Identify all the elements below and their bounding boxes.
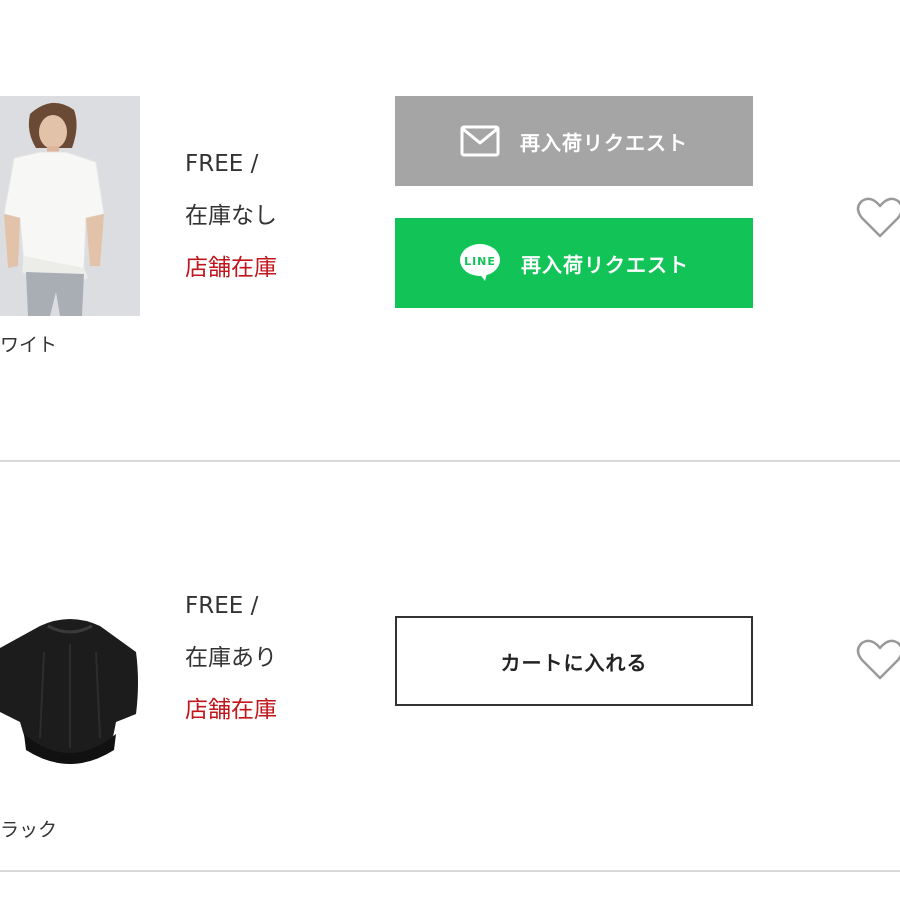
restock-item-list: ワイト FREE / 在庫なし 店舗在庫 再入荷リクエスト LINE 再入荷リク… (0, 0, 900, 900)
stock-status: 在庫あり (185, 645, 277, 671)
size-label: FREE / (185, 593, 259, 619)
white-top-photo (0, 96, 140, 316)
size-label: FREE / (185, 151, 259, 177)
heart-outline-icon (856, 197, 900, 238)
add-to-cart-label: カートに入れる (500, 650, 648, 675)
favorite-button[interactable] (856, 196, 900, 240)
item-divider (0, 460, 900, 462)
item-info: FREE / 在庫なし 店舗在庫 (185, 138, 277, 294)
store-stock-link[interactable]: 店舗在庫 (185, 242, 277, 294)
line-restock-request-label: 再入荷リクエスト (521, 252, 689, 277)
product-image-black-top[interactable] (0, 582, 140, 802)
store-stock-link[interactable]: 店舗在庫 (185, 684, 277, 736)
line-restock-request-button[interactable]: LINE 再入荷リクエスト (395, 218, 753, 308)
mail-restock-request-button[interactable]: 再入荷リクエスト (395, 96, 753, 186)
heart-outline-icon (856, 639, 900, 680)
color-label: ラック (0, 819, 58, 841)
mail-icon (460, 125, 500, 157)
item-info: FREE / 在庫あり 店舗在庫 (185, 580, 277, 736)
color-label: ワイト (0, 334, 58, 356)
black-top-photo (0, 582, 140, 802)
stock-status: 在庫なし (185, 203, 277, 229)
line-icon: LINE (459, 243, 501, 283)
line-badge-text: LINE (464, 255, 496, 268)
product-image-white-top[interactable] (0, 96, 140, 316)
add-to-cart-button[interactable]: カートに入れる (395, 616, 753, 706)
favorite-button[interactable] (856, 638, 900, 682)
item-divider (0, 870, 900, 872)
mail-restock-request-label: 再入荷リクエスト (520, 130, 688, 155)
